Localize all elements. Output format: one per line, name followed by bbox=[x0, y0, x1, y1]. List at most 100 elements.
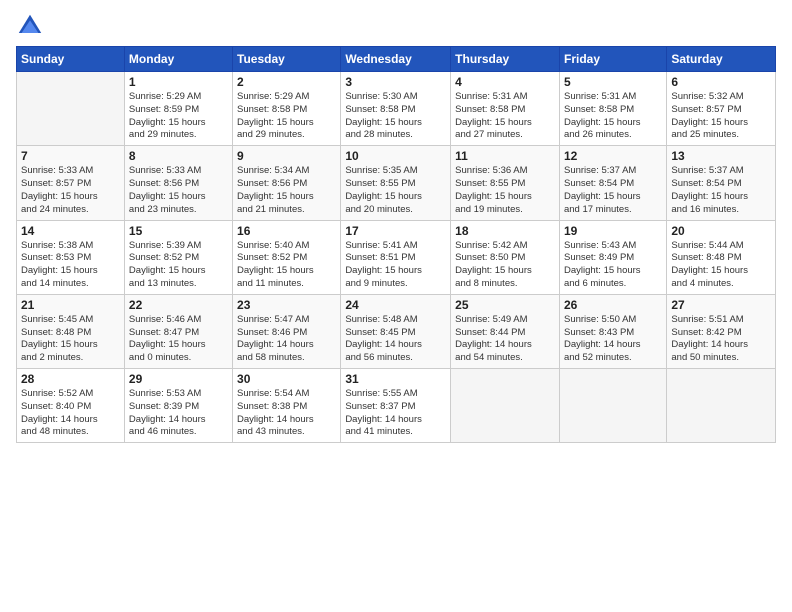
calendar-cell: 24 Sunrise: 5:48 AM Sunset: 8:45 PM Dayli… bbox=[341, 294, 451, 368]
day-number: 19 bbox=[564, 224, 662, 238]
day-header-sunday: Sunday bbox=[17, 47, 125, 72]
day-number: 4 bbox=[455, 75, 555, 89]
day-info: Sunrise: 5:35 AM Sunset: 8:55 PM Dayligh… bbox=[345, 165, 446, 216]
day-number: 13 bbox=[671, 149, 771, 163]
calendar-cell: 14Sunrise: 5:38 AM Sunset: 8:53 PM Dayli… bbox=[17, 220, 125, 294]
day-info: Sunrise: 5:50 AM Sunset: 8:43 PM Dayligh… bbox=[564, 314, 662, 365]
day-number: 26 bbox=[564, 298, 662, 312]
day-number: 21 bbox=[21, 298, 120, 312]
calendar-cell: 25Sunrise: 5:49 AM Sunset: 8:44 PM Dayli… bbox=[451, 294, 560, 368]
day-number: 11 bbox=[455, 149, 555, 163]
header bbox=[16, 12, 776, 40]
day-info: Sunrise: 5:30 AM Sunset: 8:58 PM Dayligh… bbox=[345, 91, 446, 142]
day-header-monday: Monday bbox=[124, 47, 232, 72]
calendar-cell: 20 Sunrise: 5:44 AM Sunset: 8:48 PM Dayli… bbox=[667, 220, 776, 294]
day-number: 12 bbox=[564, 149, 662, 163]
day-number: 25 bbox=[455, 298, 555, 312]
day-number: 2 bbox=[237, 75, 336, 89]
calendar-cell: 11 Sunrise: 5:36 AM Sunset: 8:55 PM Dayli… bbox=[451, 146, 560, 220]
calendar-cell bbox=[559, 369, 666, 443]
logo bbox=[16, 12, 48, 40]
calendar-cell: 1Sunrise: 5:29 AM Sunset: 8:59 PM Daylig… bbox=[124, 72, 232, 146]
day-info: Sunrise: 5:36 AM Sunset: 8:55 PM Dayligh… bbox=[455, 165, 555, 216]
day-info: Sunrise: 5:53 AM Sunset: 8:39 PM Dayligh… bbox=[129, 388, 228, 439]
calendar-cell: 9 Sunrise: 5:34 AM Sunset: 8:56 PM Daylig… bbox=[233, 146, 341, 220]
day-number: 8 bbox=[129, 149, 228, 163]
calendar-cell: 23 Sunrise: 5:47 AM Sunset: 8:46 PM Dayli… bbox=[233, 294, 341, 368]
calendar-cell: 2 Sunrise: 5:29 AM Sunset: 8:58 PM Daylig… bbox=[233, 72, 341, 146]
day-info: Sunrise: 5:31 AM Sunset: 8:58 PM Dayligh… bbox=[564, 91, 662, 142]
week-row-3: 14Sunrise: 5:38 AM Sunset: 8:53 PM Dayli… bbox=[17, 220, 776, 294]
day-info: Sunrise: 5:33 AM Sunset: 8:56 PM Dayligh… bbox=[129, 165, 228, 216]
calendar-cell: 31Sunrise: 5:55 AM Sunset: 8:37 PM Dayli… bbox=[341, 369, 451, 443]
calendar-cell: 12 Sunrise: 5:37 AM Sunset: 8:54 PM Dayli… bbox=[559, 146, 666, 220]
day-header-tuesday: Tuesday bbox=[233, 47, 341, 72]
week-row-5: 28 Sunrise: 5:52 AM Sunset: 8:40 PM Dayli… bbox=[17, 369, 776, 443]
day-number: 28 bbox=[21, 372, 120, 386]
day-number: 30 bbox=[237, 372, 336, 386]
day-number: 22 bbox=[129, 298, 228, 312]
day-number: 14 bbox=[21, 224, 120, 238]
calendar-cell bbox=[667, 369, 776, 443]
day-info: Sunrise: 5:33 AM Sunset: 8:57 PM Dayligh… bbox=[21, 165, 120, 216]
day-info: Sunrise: 5:46 AM Sunset: 8:47 PM Dayligh… bbox=[129, 314, 228, 365]
day-info: Sunrise: 5:51 AM Sunset: 8:42 PM Dayligh… bbox=[671, 314, 771, 365]
calendar-cell: 21Sunrise: 5:45 AM Sunset: 8:48 PM Dayli… bbox=[17, 294, 125, 368]
day-header-wednesday: Wednesday bbox=[341, 47, 451, 72]
calendar-cell: 6Sunrise: 5:32 AM Sunset: 8:57 PM Daylig… bbox=[667, 72, 776, 146]
day-number: 7 bbox=[21, 149, 120, 163]
day-number: 24 bbox=[345, 298, 446, 312]
day-header-saturday: Saturday bbox=[667, 47, 776, 72]
calendar-cell: 18 Sunrise: 5:42 AM Sunset: 8:50 PM Dayli… bbox=[451, 220, 560, 294]
day-number: 6 bbox=[671, 75, 771, 89]
calendar-cell: 15 Sunrise: 5:39 AM Sunset: 8:52 PM Dayli… bbox=[124, 220, 232, 294]
day-number: 17 bbox=[345, 224, 446, 238]
week-row-1: 1Sunrise: 5:29 AM Sunset: 8:59 PM Daylig… bbox=[17, 72, 776, 146]
day-number: 18 bbox=[455, 224, 555, 238]
day-info: Sunrise: 5:34 AM Sunset: 8:56 PM Dayligh… bbox=[237, 165, 336, 216]
day-number: 29 bbox=[129, 372, 228, 386]
calendar-cell: 13Sunrise: 5:37 AM Sunset: 8:54 PM Dayli… bbox=[667, 146, 776, 220]
day-number: 23 bbox=[237, 298, 336, 312]
day-info: Sunrise: 5:52 AM Sunset: 8:40 PM Dayligh… bbox=[21, 388, 120, 439]
calendar-cell bbox=[451, 369, 560, 443]
calendar-cell: 30 Sunrise: 5:54 AM Sunset: 8:38 PM Dayli… bbox=[233, 369, 341, 443]
day-number: 20 bbox=[671, 224, 771, 238]
day-info: Sunrise: 5:44 AM Sunset: 8:48 PM Dayligh… bbox=[671, 240, 771, 291]
calendar-cell: 27Sunrise: 5:51 AM Sunset: 8:42 PM Dayli… bbox=[667, 294, 776, 368]
day-info: Sunrise: 5:40 AM Sunset: 8:52 PM Dayligh… bbox=[237, 240, 336, 291]
day-number: 3 bbox=[345, 75, 446, 89]
day-info: Sunrise: 5:37 AM Sunset: 8:54 PM Dayligh… bbox=[564, 165, 662, 216]
day-info: Sunrise: 5:39 AM Sunset: 8:52 PM Dayligh… bbox=[129, 240, 228, 291]
calendar-cell: 4 Sunrise: 5:31 AM Sunset: 8:58 PM Daylig… bbox=[451, 72, 560, 146]
page-container: SundayMondayTuesdayWednesdayThursdayFrid… bbox=[0, 0, 792, 451]
calendar-cell: 8 Sunrise: 5:33 AM Sunset: 8:56 PM Daylig… bbox=[124, 146, 232, 220]
day-info: Sunrise: 5:43 AM Sunset: 8:49 PM Dayligh… bbox=[564, 240, 662, 291]
calendar-cell: 17Sunrise: 5:41 AM Sunset: 8:51 PM Dayli… bbox=[341, 220, 451, 294]
day-info: Sunrise: 5:29 AM Sunset: 8:58 PM Dayligh… bbox=[237, 91, 336, 142]
day-header-thursday: Thursday bbox=[451, 47, 560, 72]
calendar-table: SundayMondayTuesdayWednesdayThursdayFrid… bbox=[16, 46, 776, 443]
calendar-header: SundayMondayTuesdayWednesdayThursdayFrid… bbox=[17, 47, 776, 72]
day-info: Sunrise: 5:55 AM Sunset: 8:37 PM Dayligh… bbox=[345, 388, 446, 439]
day-number: 9 bbox=[237, 149, 336, 163]
day-number: 1 bbox=[129, 75, 228, 89]
day-number: 5 bbox=[564, 75, 662, 89]
week-row-2: 7 Sunrise: 5:33 AM Sunset: 8:57 PM Daylig… bbox=[17, 146, 776, 220]
day-number: 10 bbox=[345, 149, 446, 163]
calendar-cell: 10 Sunrise: 5:35 AM Sunset: 8:55 PM Dayli… bbox=[341, 146, 451, 220]
day-info: Sunrise: 5:47 AM Sunset: 8:46 PM Dayligh… bbox=[237, 314, 336, 365]
calendar-cell: 29 Sunrise: 5:53 AM Sunset: 8:39 PM Dayli… bbox=[124, 369, 232, 443]
week-row-4: 21Sunrise: 5:45 AM Sunset: 8:48 PM Dayli… bbox=[17, 294, 776, 368]
day-info: Sunrise: 5:31 AM Sunset: 8:58 PM Dayligh… bbox=[455, 91, 555, 142]
calendar-cell: 3 Sunrise: 5:30 AM Sunset: 8:58 PM Daylig… bbox=[341, 72, 451, 146]
day-info: Sunrise: 5:42 AM Sunset: 8:50 PM Dayligh… bbox=[455, 240, 555, 291]
calendar-cell bbox=[17, 72, 125, 146]
calendar-cell: 26 Sunrise: 5:50 AM Sunset: 8:43 PM Dayli… bbox=[559, 294, 666, 368]
calendar-cell: 22 Sunrise: 5:46 AM Sunset: 8:47 PM Dayli… bbox=[124, 294, 232, 368]
day-info: Sunrise: 5:54 AM Sunset: 8:38 PM Dayligh… bbox=[237, 388, 336, 439]
calendar-cell: 28 Sunrise: 5:52 AM Sunset: 8:40 PM Dayli… bbox=[17, 369, 125, 443]
day-number: 15 bbox=[129, 224, 228, 238]
day-info: Sunrise: 5:48 AM Sunset: 8:45 PM Dayligh… bbox=[345, 314, 446, 365]
calendar-cell: 19 Sunrise: 5:43 AM Sunset: 8:49 PM Dayli… bbox=[559, 220, 666, 294]
